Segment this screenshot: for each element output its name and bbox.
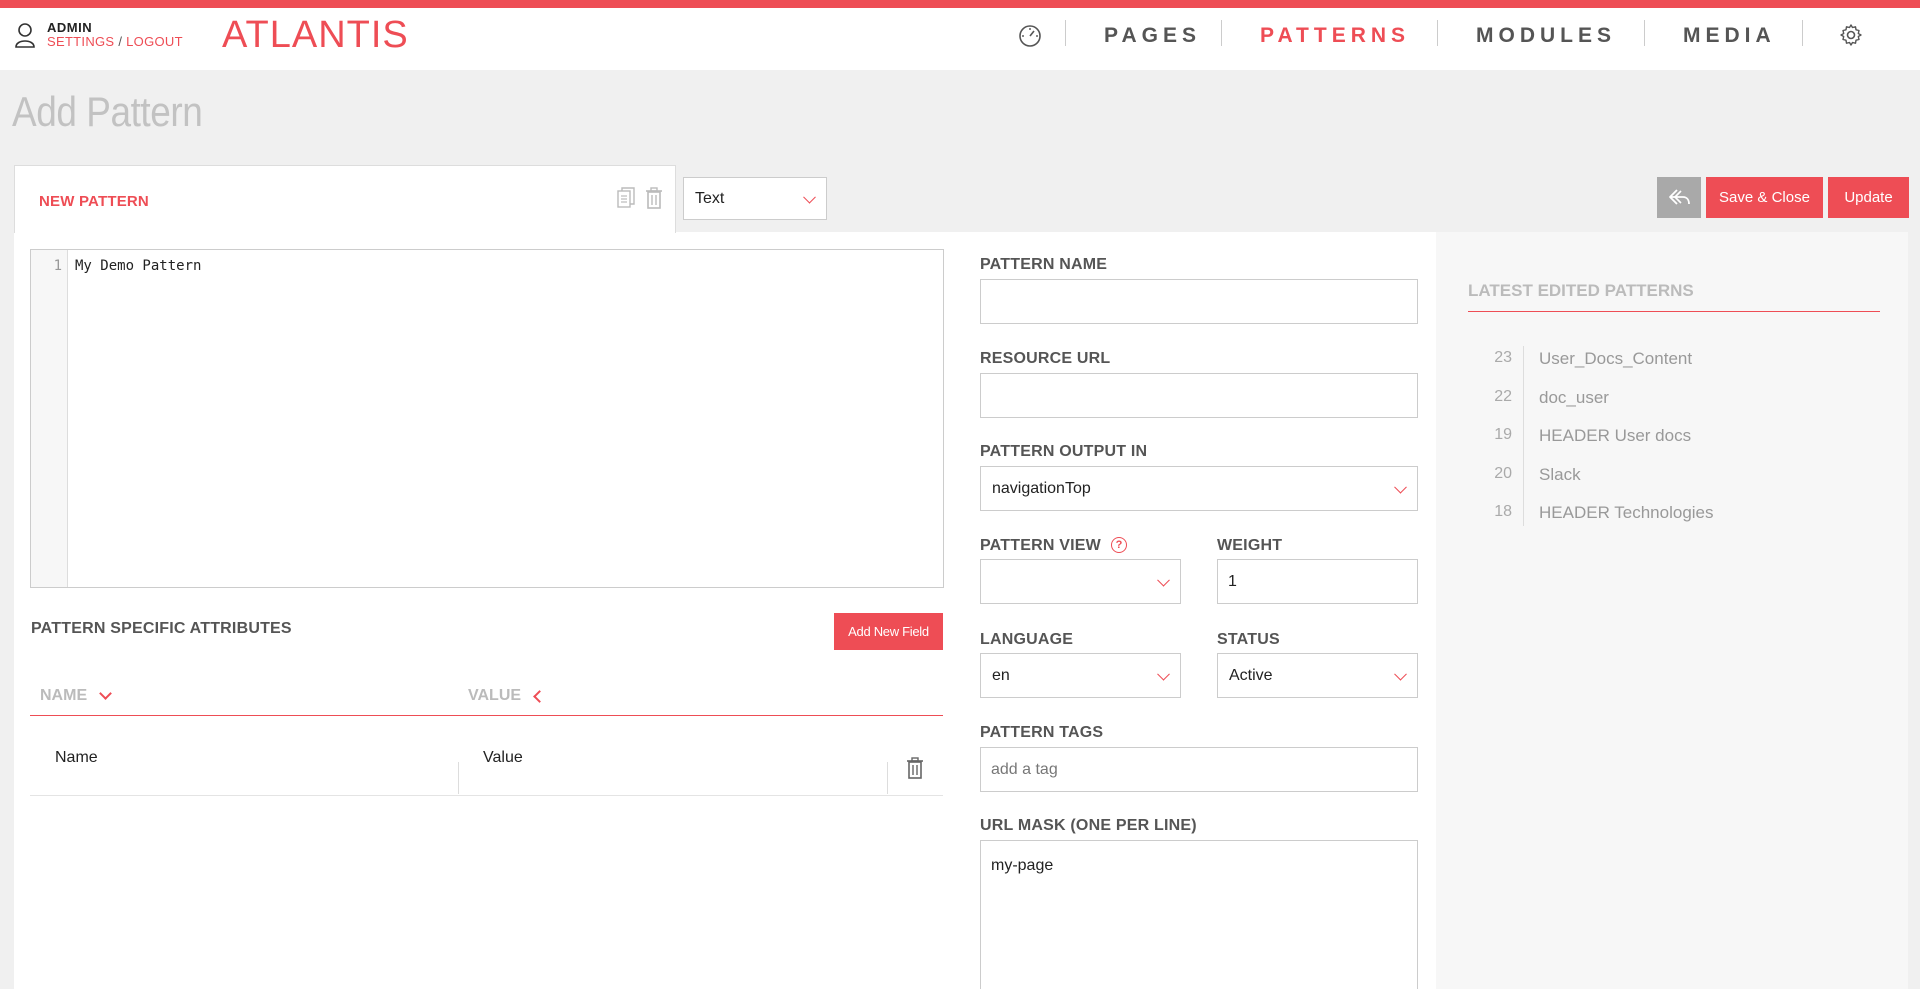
tab-new-pattern[interactable]: NEW PATTERN [14, 165, 676, 233]
latest-item-id: 22 [1494, 388, 1512, 405]
chevron-down-icon [1394, 667, 1407, 681]
status-label: STATUS [1217, 631, 1280, 648]
attribute-value-cell[interactable]: Value [483, 749, 523, 767]
cell-divider [887, 762, 888, 794]
output-in-label: PATTERN OUTPUT IN [980, 443, 1148, 460]
pattern-tags-input[interactable]: add a tag [980, 747, 1418, 792]
nav-pages[interactable]: PAGES [1104, 24, 1201, 48]
latest-item-id: 23 [1494, 349, 1512, 366]
save-close-button[interactable]: Save & Close [1706, 177, 1823, 218]
help-icon[interactable]: ? [1111, 537, 1127, 553]
chevron-down-icon [1157, 667, 1170, 681]
table-header-divider [30, 715, 943, 716]
dashboard-icon[interactable] [1018, 24, 1042, 48]
update-button[interactable]: Update [1828, 177, 1909, 218]
nav-modules[interactable]: MODULES [1476, 24, 1616, 48]
pattern-tags-label: PATTERN TAGS [980, 724, 1104, 741]
table-row-divider [30, 795, 943, 796]
nav-divider [1065, 20, 1066, 46]
resource-url-input[interactable] [980, 373, 1418, 418]
latest-patterns-title: LATEST EDITED PATTERNS [1468, 281, 1694, 300]
app-logo[interactable]: ATLANTIS [222, 14, 409, 57]
link-separator: / [114, 34, 127, 49]
language-select[interactable]: en [980, 653, 1181, 698]
chevron-down-icon [1394, 480, 1407, 494]
column-value-header[interactable]: VALUE [468, 687, 521, 705]
language-value: en [992, 666, 1010, 684]
resource-url-label: RESOURCE URL [980, 350, 1111, 367]
latest-item-name[interactable]: doc_user [1539, 388, 1609, 408]
output-in-value: navigationTop [992, 479, 1091, 497]
cell-divider [458, 762, 459, 794]
chevron-down-icon [803, 190, 816, 204]
latest-list-divider [1523, 346, 1524, 526]
pattern-name-label: PATTERN NAME [980, 256, 1108, 273]
type-select-value: Text [695, 189, 725, 207]
nav-divider [1221, 20, 1222, 46]
editor-content[interactable]: My Demo Pattern [75, 258, 201, 274]
type-select[interactable]: Text [683, 177, 827, 220]
nav-divider [1437, 20, 1438, 46]
admin-links: SETTINGS / LOGOUT [47, 34, 183, 49]
undo-button[interactable] [1657, 177, 1701, 218]
editor-gutter: 1 [31, 250, 68, 587]
gear-icon[interactable] [1839, 23, 1863, 47]
weight-label: WEIGHT [1217, 537, 1283, 554]
code-editor[interactable]: 1 My Demo Pattern [30, 249, 944, 588]
weight-input[interactable]: 1 [1217, 559, 1418, 604]
latest-item-id: 18 [1494, 503, 1512, 520]
latest-item-name[interactable]: HEADER Technologies [1539, 503, 1714, 523]
user-icon[interactable] [14, 22, 36, 48]
nav-divider [1802, 20, 1803, 46]
trash-icon[interactable] [906, 757, 924, 779]
latest-item-name[interactable]: Slack [1539, 465, 1581, 485]
latest-panel [1436, 232, 1908, 989]
pattern-view-label: PATTERN VIEW [980, 537, 1101, 554]
line-number: 1 [53, 258, 62, 274]
status-select[interactable]: Active [1217, 653, 1418, 698]
url-mask-label: URL MASK (ONE PER LINE) [980, 817, 1197, 834]
nav-divider [1644, 20, 1645, 46]
latest-item-name[interactable]: User_Docs_Content [1539, 349, 1692, 369]
pattern-view-select[interactable] [980, 559, 1181, 604]
page-title: Add Pattern [12, 88, 203, 135]
attributes-title: PATTERN SPECIFIC ATTRIBUTES [31, 620, 292, 637]
undo-icon [1669, 189, 1690, 205]
latest-title-divider [1468, 311, 1880, 312]
output-in-select[interactable]: navigationTop [980, 466, 1418, 511]
language-label: LANGUAGE [980, 631, 1074, 648]
trash-icon[interactable] [645, 187, 663, 209]
copy-icon[interactable] [617, 187, 635, 209]
nav-patterns[interactable]: PATTERNS [1260, 24, 1410, 48]
latest-item-name[interactable]: HEADER User docs [1539, 426, 1691, 446]
pattern-name-input[interactable] [980, 279, 1418, 324]
url-mask-textarea[interactable]: my-page [980, 840, 1418, 989]
latest-item-id: 20 [1494, 465, 1512, 482]
top-accent-bar [0, 0, 1920, 8]
admin-name: ADMIN [47, 20, 93, 35]
attribute-name-cell[interactable]: Name [55, 749, 98, 767]
nav-media[interactable]: MEDIA [1683, 24, 1776, 48]
tab-label: NEW PATTERN [39, 193, 149, 210]
add-new-field-button[interactable]: Add New Field [834, 613, 943, 650]
column-name-header[interactable]: NAME [40, 687, 87, 705]
settings-link[interactable]: SETTINGS [47, 34, 114, 49]
logout-link[interactable]: LOGOUT [126, 34, 183, 49]
status-value: Active [1229, 666, 1273, 684]
chevron-down-icon [1157, 573, 1170, 587]
latest-item-id: 19 [1494, 426, 1512, 443]
